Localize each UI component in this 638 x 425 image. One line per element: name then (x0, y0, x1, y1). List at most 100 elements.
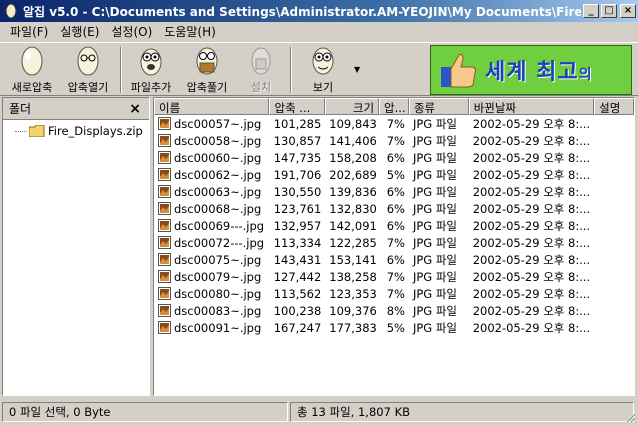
file-row[interactable]: dsc00079~.jpg 127,442 138,258 7% JPG 파일 2002-… (154, 268, 634, 285)
file-name: dsc00083~.jpg (174, 303, 262, 318)
file-ratio: 7% (386, 133, 405, 148)
file-ratio: 5% (386, 167, 405, 182)
col-ratio[interactable]: 압... (379, 98, 409, 115)
new-archive-button[interactable]: 새로압축 (6, 45, 58, 95)
file-date: 2002-05-29 오후 8:... (472, 286, 591, 301)
file-row[interactable]: dsc00063~.jpg 130,550 139,836 6% JPG 파일 2002-… (154, 183, 634, 200)
jpg-file-icon (158, 117, 171, 130)
install-button[interactable]: 설치 (238, 45, 284, 95)
file-ratio: 6% (386, 218, 405, 233)
view-button[interactable]: 보기 (296, 45, 350, 95)
file-row[interactable]: dsc00075~.jpg 143,431 153,141 6% JPG 파일 2002-… (154, 251, 634, 268)
file-row[interactable]: dsc00058~.jpg 130,857 141,406 7% JPG 파일 2002-… (154, 132, 634, 149)
maximize-button[interactable]: □ (601, 4, 617, 18)
file-size: 132,830 (329, 201, 377, 216)
file-size: 122,285 (329, 235, 377, 250)
file-list: 이름 압축 ... 크기 압... 종류 바뀐날짜 설명 dsc00057~.j… (153, 97, 635, 396)
promo-banner[interactable]: 세계 최고의 (430, 45, 632, 95)
file-row[interactable]: dsc00080~.jpg 113,562 123,353 7% JPG 파일 2002-… (154, 285, 634, 302)
file-row[interactable]: dsc00062~.jpg 191,706 202,689 5% JPG 파일 2002-… (154, 166, 634, 183)
file-name-cell: dsc00068~.jpg (154, 202, 270, 216)
folder-tree: Fire_Displays.zip (3, 120, 149, 138)
install-label: 설치 (250, 81, 272, 94)
minimize-button[interactable]: _ (583, 4, 599, 18)
file-name-cell: dsc00072---.jpg (154, 236, 270, 250)
file-row[interactable]: dsc00057~.jpg 101,285 109,843 7% JPG 파일 2002-… (154, 115, 634, 132)
menu-settings[interactable]: 설정(O) (105, 23, 158, 40)
file-name-cell: dsc00079~.jpg (154, 270, 270, 284)
view-dropdown-arrow-icon[interactable]: ▼ (354, 65, 360, 74)
folder-pane-close-icon[interactable]: × (129, 101, 141, 117)
menu-help[interactable]: 도움말(H) (158, 23, 222, 40)
file-type: JPG 파일 (412, 184, 458, 199)
col-description[interactable]: 설명 (594, 98, 634, 115)
file-date: 2002-05-29 오후 8:... (472, 133, 591, 148)
file-name: dsc00069---.jpg (174, 218, 265, 233)
file-name-cell: dsc00069---.jpg (154, 219, 270, 233)
folder-pane-header: 폴더 × (3, 98, 149, 120)
file-size: 109,843 (329, 116, 377, 131)
file-packed-size: 167,247 (273, 320, 322, 335)
file-date: 2002-05-29 오후 8:... (472, 252, 591, 267)
file-name: dsc00079~.jpg (174, 269, 262, 284)
title-bar: 알집 v5.0 - C:\Documents and Settings\Admi… (0, 0, 638, 22)
status-bar: 0 파일 선택, 0 Byte 총 13 파일, 1,807 KB (0, 398, 638, 425)
col-type[interactable]: 종류 (408, 98, 469, 115)
file-packed-size: 101,285 (273, 116, 322, 131)
install-egg-icon (251, 47, 271, 75)
tree-item-archive[interactable]: Fire_Displays.zip (15, 124, 149, 138)
file-date: 2002-05-29 오후 8:... (472, 320, 591, 335)
file-name: dsc00063~.jpg (174, 184, 262, 199)
file-type: JPG 파일 (412, 218, 458, 233)
file-row[interactable]: dsc00083~.jpg 100,238 109,376 8% JPG 파일 2002-… (154, 302, 634, 319)
file-name-cell: dsc00057~.jpg (154, 117, 270, 131)
file-row[interactable]: dsc00069---.jpg 132,957 142,091 6% JPG 파일 200… (154, 217, 634, 234)
file-packed-size: 143,431 (273, 252, 322, 267)
file-date: 2002-05-29 오후 8:... (472, 303, 591, 318)
file-type: JPG 파일 (412, 133, 458, 148)
file-row[interactable]: dsc00072---.jpg 113,334 122,285 7% JPG 파일 200… (154, 234, 634, 251)
window-title: 알집 v5.0 - C:\Documents and Settings\Admi… (23, 4, 581, 19)
open-archive-button[interactable]: 압축열기 (62, 45, 114, 95)
folder-icon (29, 125, 45, 137)
file-ratio: 6% (386, 252, 405, 267)
col-name[interactable]: 이름 (154, 98, 270, 115)
add-files-button[interactable]: 파일추가 (124, 45, 178, 95)
jpg-file-icon (158, 236, 171, 249)
menu-run[interactable]: 실행(E) (54, 23, 105, 40)
file-ratio: 7% (386, 286, 405, 301)
file-rows: dsc00057~.jpg 101,285 109,843 7% JPG 파일 2002-… (154, 115, 634, 336)
file-date: 2002-05-29 오후 8:... (472, 116, 591, 131)
thumbs-up-icon (441, 54, 477, 88)
status-selection: 0 파일 선택, 0 Byte (2, 401, 288, 422)
file-date: 2002-05-29 오후 8:... (472, 184, 591, 199)
jpg-file-icon (158, 270, 171, 283)
alzip-app-icon[interactable] (3, 3, 19, 19)
file-date: 2002-05-29 오후 8:... (472, 201, 591, 216)
file-name: dsc00060~.jpg (174, 150, 262, 165)
file-packed-size: 130,857 (273, 133, 322, 148)
file-row[interactable]: dsc00091~.jpg 167,247 177,383 5% JPG 파일 2002-… (154, 319, 634, 336)
file-row[interactable]: dsc00068~.jpg 123,761 132,830 6% JPG 파일 2002-… (154, 200, 634, 217)
menu-file[interactable]: 파일(F) (4, 23, 54, 40)
col-packed[interactable]: 압축 ... (269, 98, 326, 115)
close-button[interactable]: × (620, 4, 636, 18)
file-type: JPG 파일 (412, 116, 458, 131)
file-ratio: 6% (386, 201, 405, 216)
open-archive-label: 압축열기 (67, 81, 109, 94)
file-name-cell: dsc00062~.jpg (154, 168, 270, 182)
col-date[interactable]: 바뀐날짜 (468, 98, 595, 115)
file-size: 177,383 (329, 320, 377, 335)
file-name: dsc00062~.jpg (174, 167, 262, 182)
col-size[interactable]: 크기 (325, 98, 380, 115)
resize-grip-icon[interactable] (624, 411, 636, 423)
extract-label: 압축풀기 (186, 81, 228, 94)
tree-item-label: Fire_Displays.zip (48, 124, 143, 138)
banner-text: 세계 최고의 (485, 60, 593, 85)
jpg-file-icon (158, 321, 171, 334)
file-packed-size: 147,735 (273, 150, 322, 165)
file-row[interactable]: dsc00060~.jpg 147,735 158,208 6% JPG 파일 2002-… (154, 149, 634, 166)
extract-button[interactable]: 압축풀기 (180, 45, 234, 95)
tree-connector (15, 130, 27, 132)
add-files-egg-icon (140, 48, 162, 76)
